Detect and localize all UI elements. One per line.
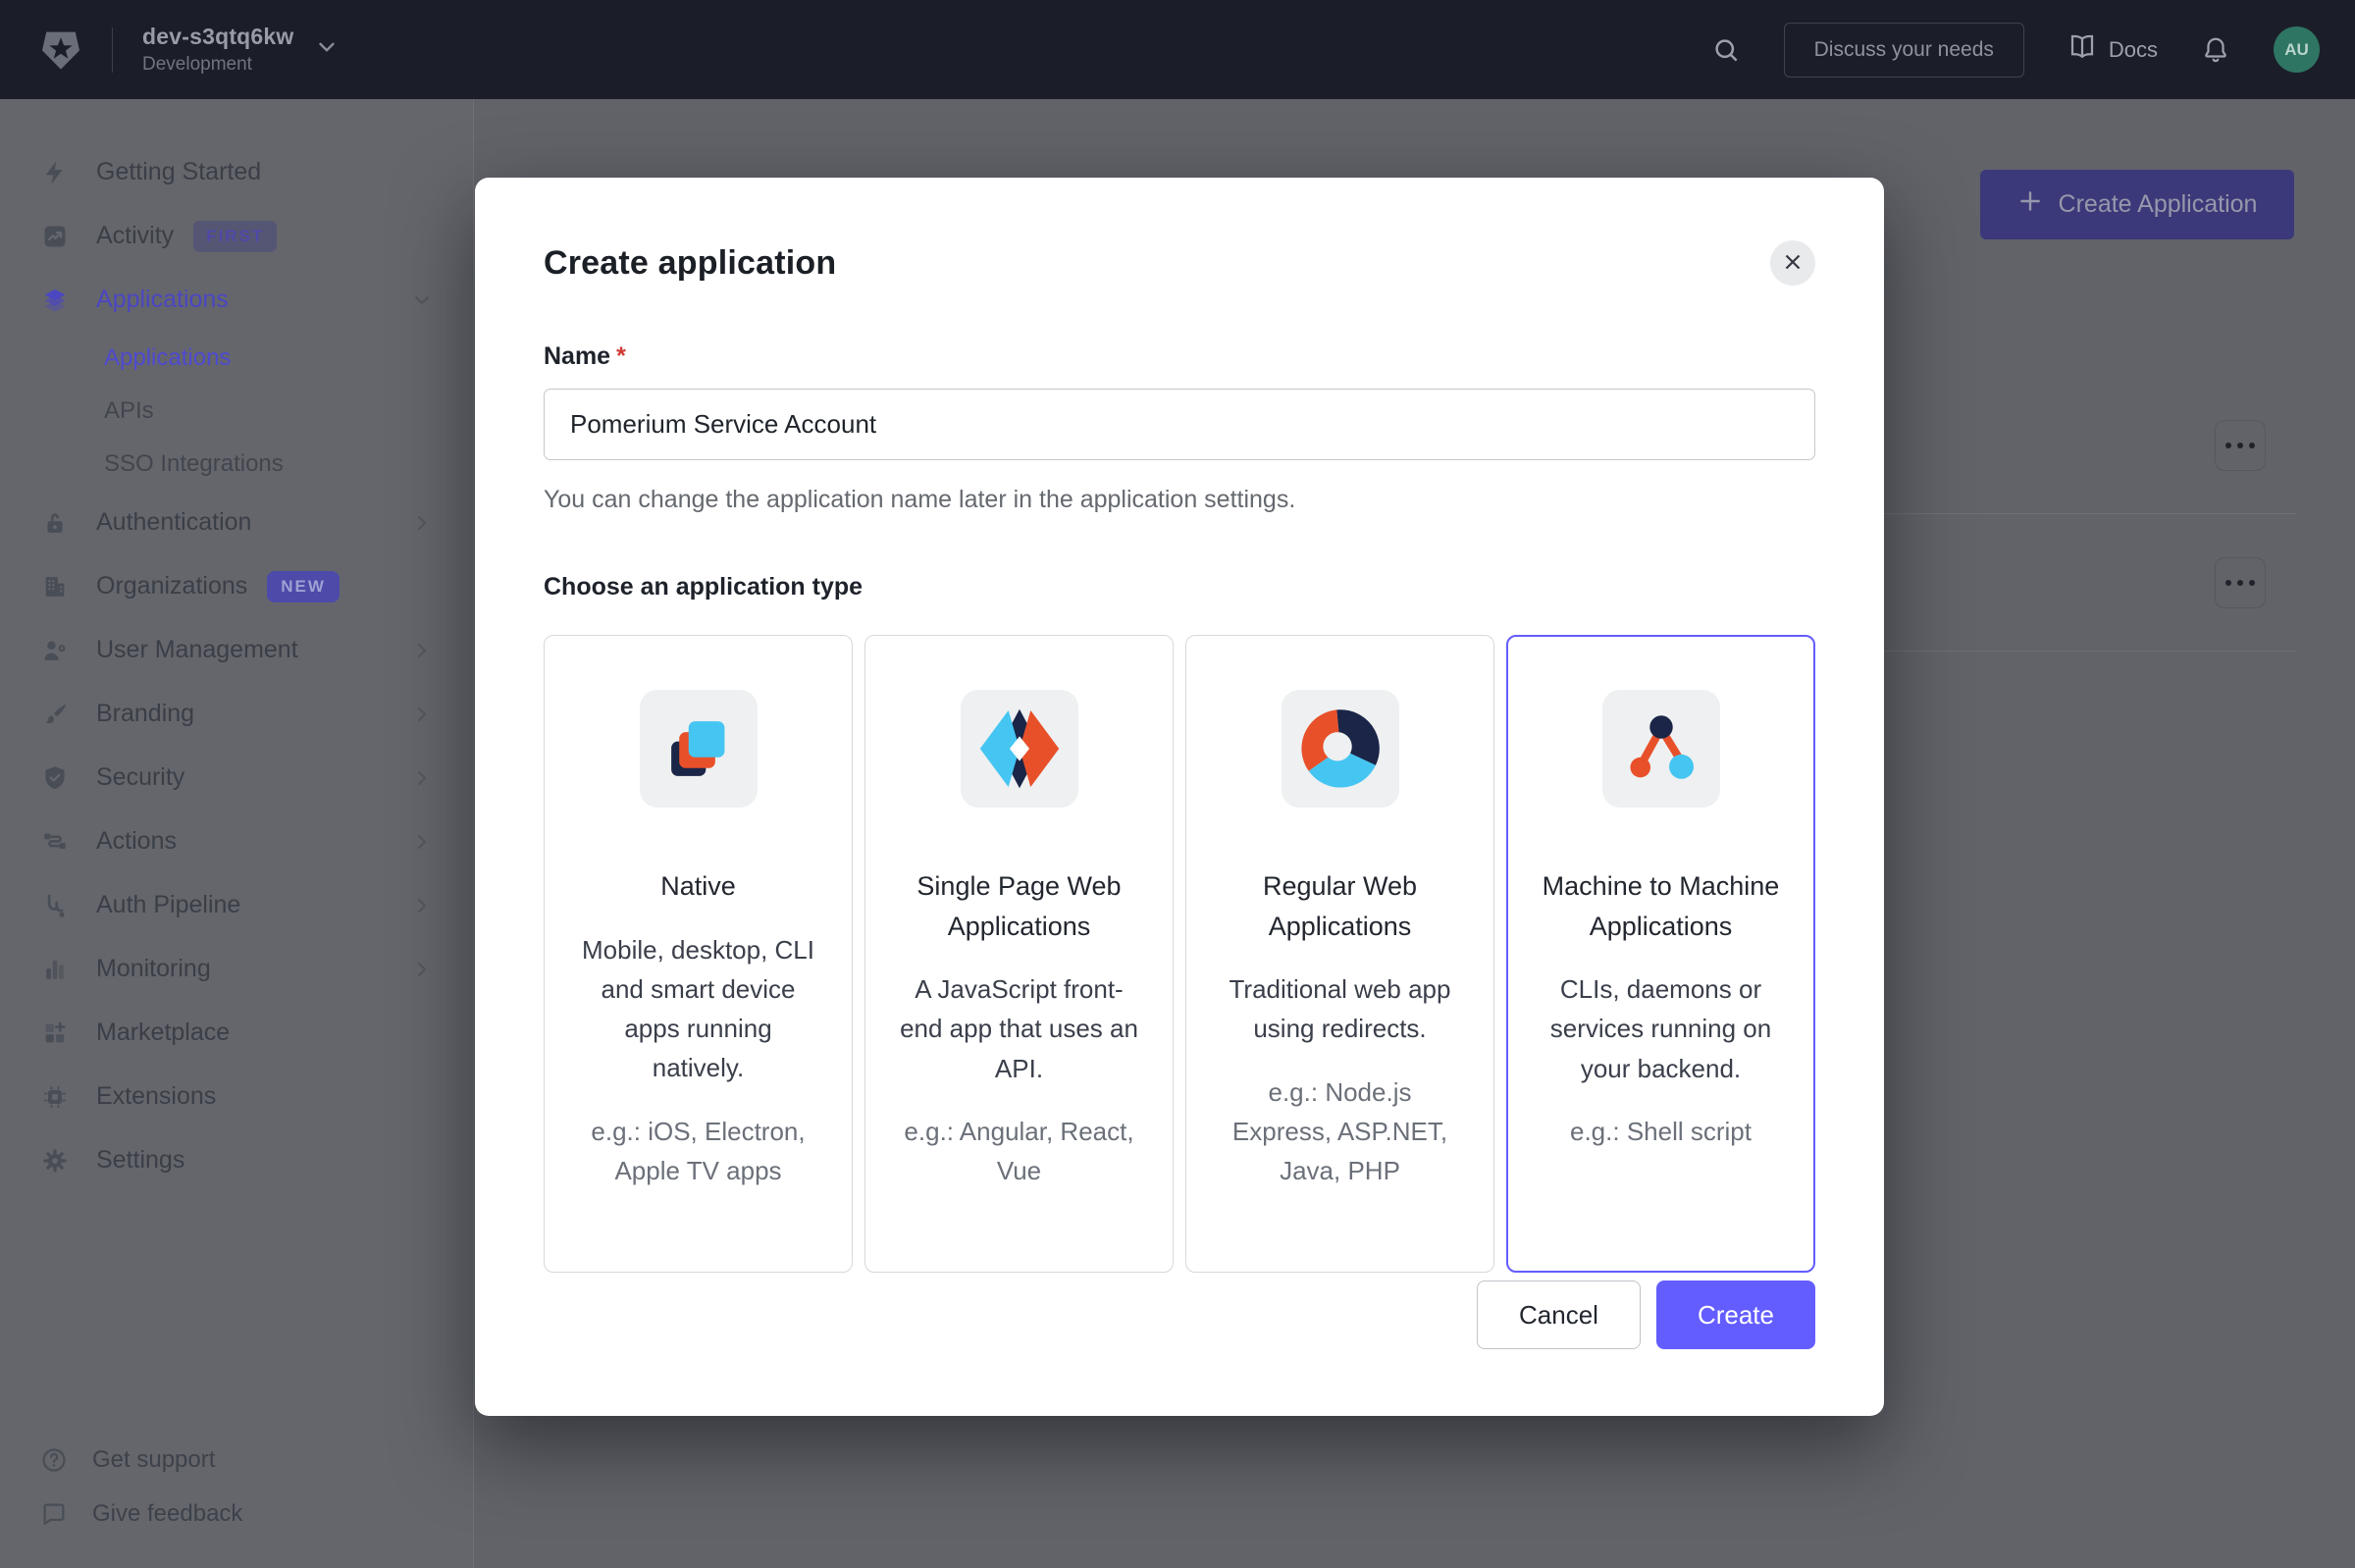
- plus-icon: [2017, 188, 2043, 221]
- sidebar-item-organizations[interactable]: Organizations NEW: [0, 554, 473, 618]
- auth0-logo-icon[interactable]: [35, 25, 86, 76]
- card-description: CLIs, daemons or services running on you…: [1541, 969, 1781, 1088]
- bar-chart-icon: [39, 956, 71, 983]
- docs-label: Docs: [2109, 37, 2158, 63]
- card-native[interactable]: Native Mobile, desktop, CLI and smart de…: [544, 635, 853, 1273]
- new-badge: NEW: [267, 571, 340, 602]
- sidebar-subitem-applications[interactable]: Applications: [0, 332, 473, 385]
- ellipsis-icon: [2225, 443, 2231, 448]
- name-label: Name*: [544, 342, 1815, 371]
- spa-diamond-icon: [961, 690, 1078, 808]
- sidebar-item-monitoring[interactable]: Monitoring: [0, 937, 473, 1001]
- top-header: dev-s3qtq6kw Development Discuss your ne…: [0, 0, 2355, 99]
- sidebar-item-security[interactable]: Security: [0, 746, 473, 810]
- flow-icon: [39, 828, 71, 856]
- sidebar-item-marketplace[interactable]: Marketplace: [0, 1001, 473, 1065]
- chevron-down-icon: [314, 34, 340, 65]
- row-actions-button[interactable]: [2215, 557, 2266, 608]
- card-title: Single Page Web Applications: [899, 866, 1139, 946]
- native-stack-icon: [640, 690, 758, 808]
- header-divider: [112, 27, 113, 73]
- card-description: Traditional web app using redirects.: [1220, 969, 1460, 1049]
- chevron-right-icon: [410, 894, 434, 917]
- card-title: Regular Web Applications: [1220, 866, 1460, 946]
- book-icon: [2067, 32, 2097, 68]
- sidebar-subitem-sso-integrations[interactable]: SSO Integrations: [0, 438, 473, 491]
- shield-check-icon: [39, 764, 71, 792]
- lock-icon: [39, 509, 71, 537]
- close-button[interactable]: [1770, 240, 1815, 286]
- give-feedback-link[interactable]: Give feedback: [0, 1487, 473, 1541]
- chip-icon: [39, 1083, 71, 1111]
- network-nodes-icon: [1602, 690, 1720, 808]
- tenant-environment: Development: [142, 54, 294, 76]
- ellipsis-icon: [2225, 580, 2231, 586]
- name-helper-text: You can change the application name late…: [544, 486, 1815, 514]
- pipeline-icon: [39, 892, 71, 919]
- avatar[interactable]: AU: [2274, 26, 2320, 73]
- building-icon: [39, 573, 71, 601]
- sidebar-item-actions[interactable]: Actions: [0, 810, 473, 873]
- bell-icon[interactable]: [2201, 35, 2230, 65]
- card-regular-web[interactable]: Regular Web Applications Traditional web…: [1185, 635, 1494, 1273]
- application-type-cards: Native Mobile, desktop, CLI and smart de…: [544, 635, 1815, 1273]
- docs-link[interactable]: Docs: [2067, 32, 2158, 68]
- first-badge: FIRST: [193, 221, 277, 252]
- chevron-right-icon: [410, 958, 434, 981]
- chevron-right-icon: [410, 639, 434, 662]
- gear-icon: [39, 1147, 71, 1175]
- card-example: e.g.: Shell script: [1541, 1112, 1781, 1151]
- cancel-button[interactable]: Cancel: [1477, 1281, 1641, 1349]
- application-name-input[interactable]: [544, 389, 1815, 460]
- message-icon: [39, 1500, 69, 1528]
- application-type-label: Choose an application type: [544, 573, 1815, 601]
- discuss-needs-button[interactable]: Discuss your needs: [1784, 23, 2024, 78]
- tenant-switcher[interactable]: dev-s3qtq6kw Development: [142, 24, 294, 76]
- card-example: e.g.: Angular, React, Vue: [899, 1112, 1139, 1191]
- card-title: Machine to Machine Applications: [1541, 866, 1781, 946]
- sidebar-subitem-apis[interactable]: APIs: [0, 385, 473, 438]
- create-button[interactable]: Create: [1656, 1281, 1815, 1349]
- brush-icon: [39, 701, 71, 728]
- chevron-right-icon: [410, 766, 434, 790]
- card-example: e.g.: iOS, Electron, Apple TV apps: [578, 1112, 818, 1191]
- card-title: Native: [578, 866, 818, 907]
- card-description: Mobile, desktop, CLI and smart device ap…: [578, 930, 818, 1088]
- row-actions-button[interactable]: [2215, 420, 2266, 471]
- grid-plus-icon: [39, 1019, 71, 1047]
- layers-icon: [39, 287, 71, 314]
- help-circle-icon: [39, 1446, 69, 1474]
- sidebar-item-extensions[interactable]: Extensions: [0, 1065, 473, 1128]
- card-example: e.g.: Node.js Express, ASP.NET, Java, PH…: [1220, 1072, 1460, 1191]
- user-gear-icon: [39, 637, 71, 664]
- sidebar-item-authentication[interactable]: Authentication: [0, 491, 473, 554]
- modal-title: Create application: [544, 244, 836, 283]
- sidebar-item-settings[interactable]: Settings: [0, 1128, 473, 1192]
- zap-icon: [39, 159, 71, 186]
- close-icon: [1780, 249, 1806, 278]
- sidebar-item-user-management[interactable]: User Management: [0, 618, 473, 682]
- tenant-name: dev-s3qtq6kw: [142, 24, 294, 50]
- activity-icon: [39, 223, 71, 250]
- card-machine-to-machine[interactable]: Machine to Machine Applications CLIs, da…: [1506, 635, 1815, 1273]
- sidebar-item-getting-started[interactable]: Getting Started: [0, 140, 473, 204]
- card-single-page-web[interactable]: Single Page Web Applications A JavaScrip…: [864, 635, 1174, 1273]
- card-description: A JavaScript front-end app that uses an …: [899, 969, 1139, 1088]
- create-application-modal: Create application Name* You can change …: [475, 178, 1884, 1416]
- donut-swirl-icon: [1282, 690, 1399, 808]
- sidebar-item-applications[interactable]: Applications: [0, 268, 473, 332]
- chevron-right-icon: [410, 703, 434, 726]
- get-support-link[interactable]: Get support: [0, 1433, 473, 1487]
- search-icon[interactable]: [1711, 35, 1741, 65]
- required-marker: *: [616, 342, 626, 370]
- sidebar-nav: Getting Started Activity FIRST Applicati…: [0, 99, 474, 1568]
- chevron-right-icon: [410, 511, 434, 535]
- sidebar-item-auth-pipeline[interactable]: Auth Pipeline: [0, 873, 473, 937]
- sidebar-item-branding[interactable]: Branding: [0, 682, 473, 746]
- sidebar-footer: Get support Give feedback: [0, 1433, 473, 1541]
- chevron-down-icon: [410, 288, 434, 312]
- create-application-button[interactable]: Create Application: [1980, 170, 2294, 239]
- sidebar-item-activity[interactable]: Activity FIRST: [0, 204, 473, 268]
- chevron-right-icon: [410, 830, 434, 854]
